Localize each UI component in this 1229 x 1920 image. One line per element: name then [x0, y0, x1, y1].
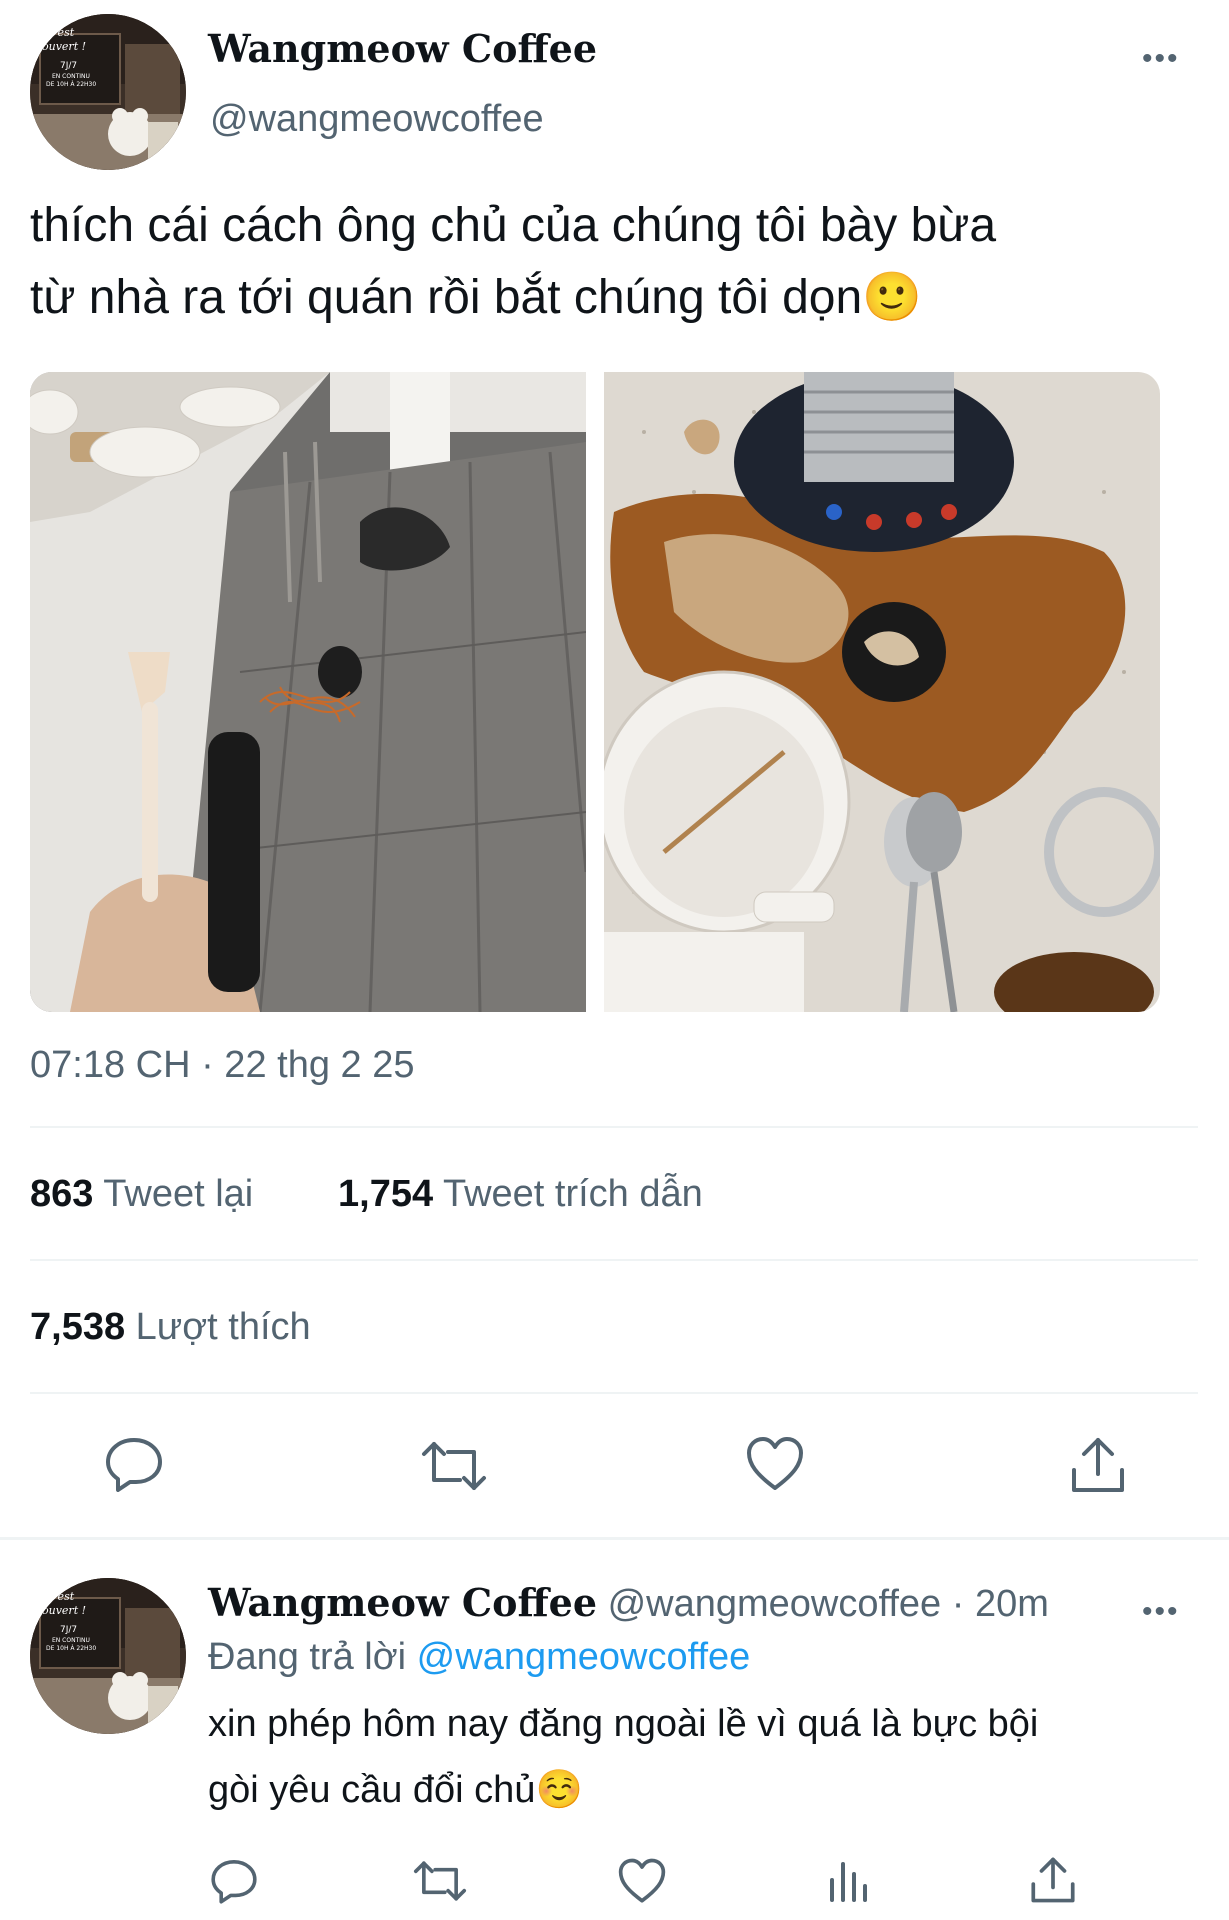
reply-icon[interactable] — [104, 1436, 164, 1492]
retweets-stat[interactable]: 863 Tweet lại — [30, 1173, 253, 1216]
section-separator — [0, 1537, 1229, 1540]
likes-stat[interactable]: 7,538 Lượt thích — [30, 1306, 311, 1349]
reply-handle[interactable]: @wangmeowcoffee — [608, 1583, 942, 1625]
avatar-sign-line: st est — [44, 26, 75, 39]
avatar-sign-line: ouvert ! — [42, 1604, 86, 1617]
share-icon[interactable] — [1070, 1436, 1126, 1494]
avatar-sign-line: DE 10H À 22H30 — [46, 1645, 96, 1652]
tweet-text-line2: từ nhà ra tới quán rồi bắt chúng tôi dọn — [30, 271, 863, 324]
replying-to-link[interactable]: @wangmeowcoffee — [417, 1636, 751, 1678]
reply-display-name[interactable]: Wangmeow Coffee — [208, 1580, 597, 1625]
avatar-sign-line: EN CONTINU — [52, 73, 90, 80]
blush-emoji: ☺️ — [535, 1769, 583, 1811]
reply-text-line2: gòi yêu cầu đổi chủ — [208, 1769, 536, 1811]
divider — [30, 1259, 1198, 1261]
avatar-sign-line: EN CONTINU — [52, 1637, 90, 1644]
reply-header: Wangmeow Coffee @wangmeowcoffee · 20m — [208, 1580, 1049, 1626]
tweet-text-line1: thích cái cách ông chủ của chúng tôi bày… — [30, 199, 997, 252]
likes-count: 7,538 — [30, 1306, 126, 1348]
reply-text-line1: xin phép hôm nay đăng ngoài lề vì quá là… — [208, 1703, 1039, 1745]
analytics-icon[interactable] — [828, 1858, 870, 1904]
avatar-sign-line: st est — [44, 1590, 75, 1603]
display-name[interactable]: Wangmeow Coffee — [208, 26, 597, 71]
quotes-count: 1,754 — [338, 1173, 434, 1215]
avatar-sign-line: ouvert ! — [42, 40, 86, 53]
likes-label: Lượt thích — [135, 1306, 311, 1348]
tweet-photo-kitchen[interactable] — [30, 372, 586, 1012]
tweet-timestamp[interactable]: 07:18 CH · 22 thg 2 25 — [30, 1044, 414, 1087]
reply-separator: · — [951, 1583, 965, 1625]
handle[interactable]: @wangmeowcoffee — [210, 98, 544, 141]
divider — [30, 1126, 1198, 1128]
avatar-sign-line: 7J/7 — [60, 1625, 77, 1635]
tweet-photo-coffee-spill[interactable] — [604, 372, 1160, 1012]
quotes-label: Tweet trích dẫn — [442, 1173, 703, 1215]
reply-icon[interactable] — [210, 1858, 258, 1904]
more-icon[interactable]: ••• — [1142, 44, 1180, 74]
replying-to: Đang trả lời @wangmeowcoffee — [208, 1636, 750, 1679]
reply-text-line: gòi yêu cầu đổi chủ☺️ — [208, 1766, 583, 1814]
tweet-text-line: từ nhà ra tới quán rồi bắt chúng tôi dọn… — [30, 268, 922, 328]
replying-prefix: Đang trả lời — [208, 1636, 407, 1678]
divider — [30, 1392, 1198, 1394]
smile-emoji: 🙂 — [862, 271, 922, 324]
avatar-sign-line: DE 10H À 22H30 — [46, 81, 96, 88]
retweets-count: 863 — [30, 1173, 94, 1215]
avatar[interactable]: st est ouvert ! 7J/7 EN CONTINU DE 10H À… — [30, 14, 186, 170]
heart-icon[interactable] — [746, 1436, 804, 1492]
retweet-icon[interactable] — [412, 1860, 468, 1902]
heart-icon[interactable] — [618, 1858, 666, 1904]
share-icon[interactable] — [1030, 1856, 1076, 1904]
tweet-text-line: thích cái cách ông chủ của chúng tôi bày… — [30, 196, 996, 256]
retweet-icon[interactable] — [420, 1440, 488, 1492]
quotes-stat[interactable]: 1,754 Tweet trích dẫn — [338, 1173, 703, 1216]
reply-time[interactable]: 20m — [975, 1583, 1049, 1625]
reply-avatar[interactable]: st est ouvert ! 7J/7 EN CONTINU DE 10H À… — [30, 1578, 186, 1734]
reply-more-icon[interactable]: ••• — [1142, 1597, 1180, 1627]
avatar-sign-line: 7J/7 — [60, 61, 77, 71]
retweets-label: Tweet lại — [103, 1173, 254, 1215]
